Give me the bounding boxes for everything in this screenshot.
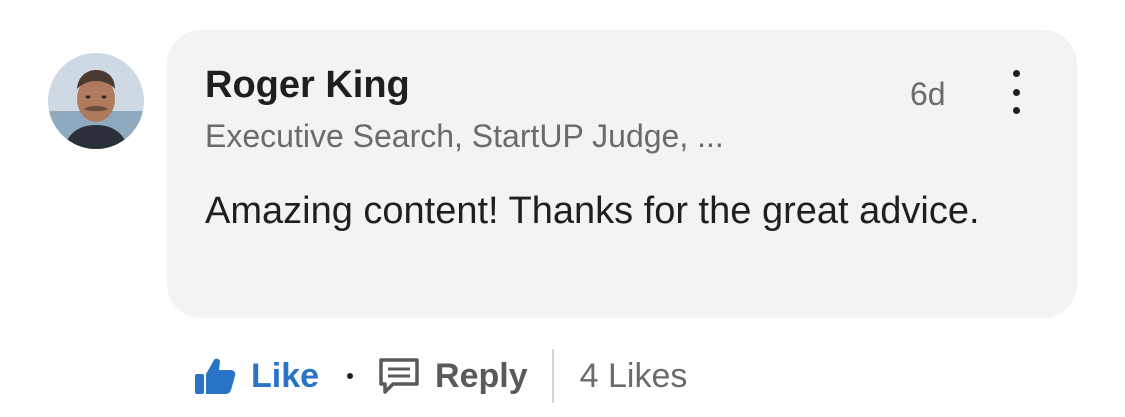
thumbs-up-icon: [195, 358, 236, 394]
menu-dot: [1012, 107, 1020, 114]
comment-actions: Like Reply 4 Likes: [193, 348, 687, 404]
likes-count[interactable]: 4 Likes: [580, 357, 688, 396]
reply-button[interactable]: Reply: [377, 356, 528, 396]
profile-photo: [48, 53, 144, 149]
comment-timestamp: 6d: [910, 76, 946, 112]
comment-text: Amazing content! Thanks for the great ad…: [205, 190, 980, 232]
like-label: Like: [251, 356, 320, 395]
like-button[interactable]: Like: [193, 356, 319, 396]
author-name[interactable]: Roger King: [205, 64, 410, 107]
separator-dot: [347, 373, 354, 379]
reply-label: Reply: [435, 356, 528, 395]
more-options-icon[interactable]: [998, 70, 1034, 114]
menu-dot: [1012, 88, 1020, 96]
menu-dot: [1012, 70, 1020, 77]
action-divider: [551, 349, 554, 403]
author-headline: Executive Search, StartUP Judge, ...: [205, 118, 724, 154]
reply-icon: [379, 358, 419, 394]
avatar[interactable]: [48, 53, 144, 149]
